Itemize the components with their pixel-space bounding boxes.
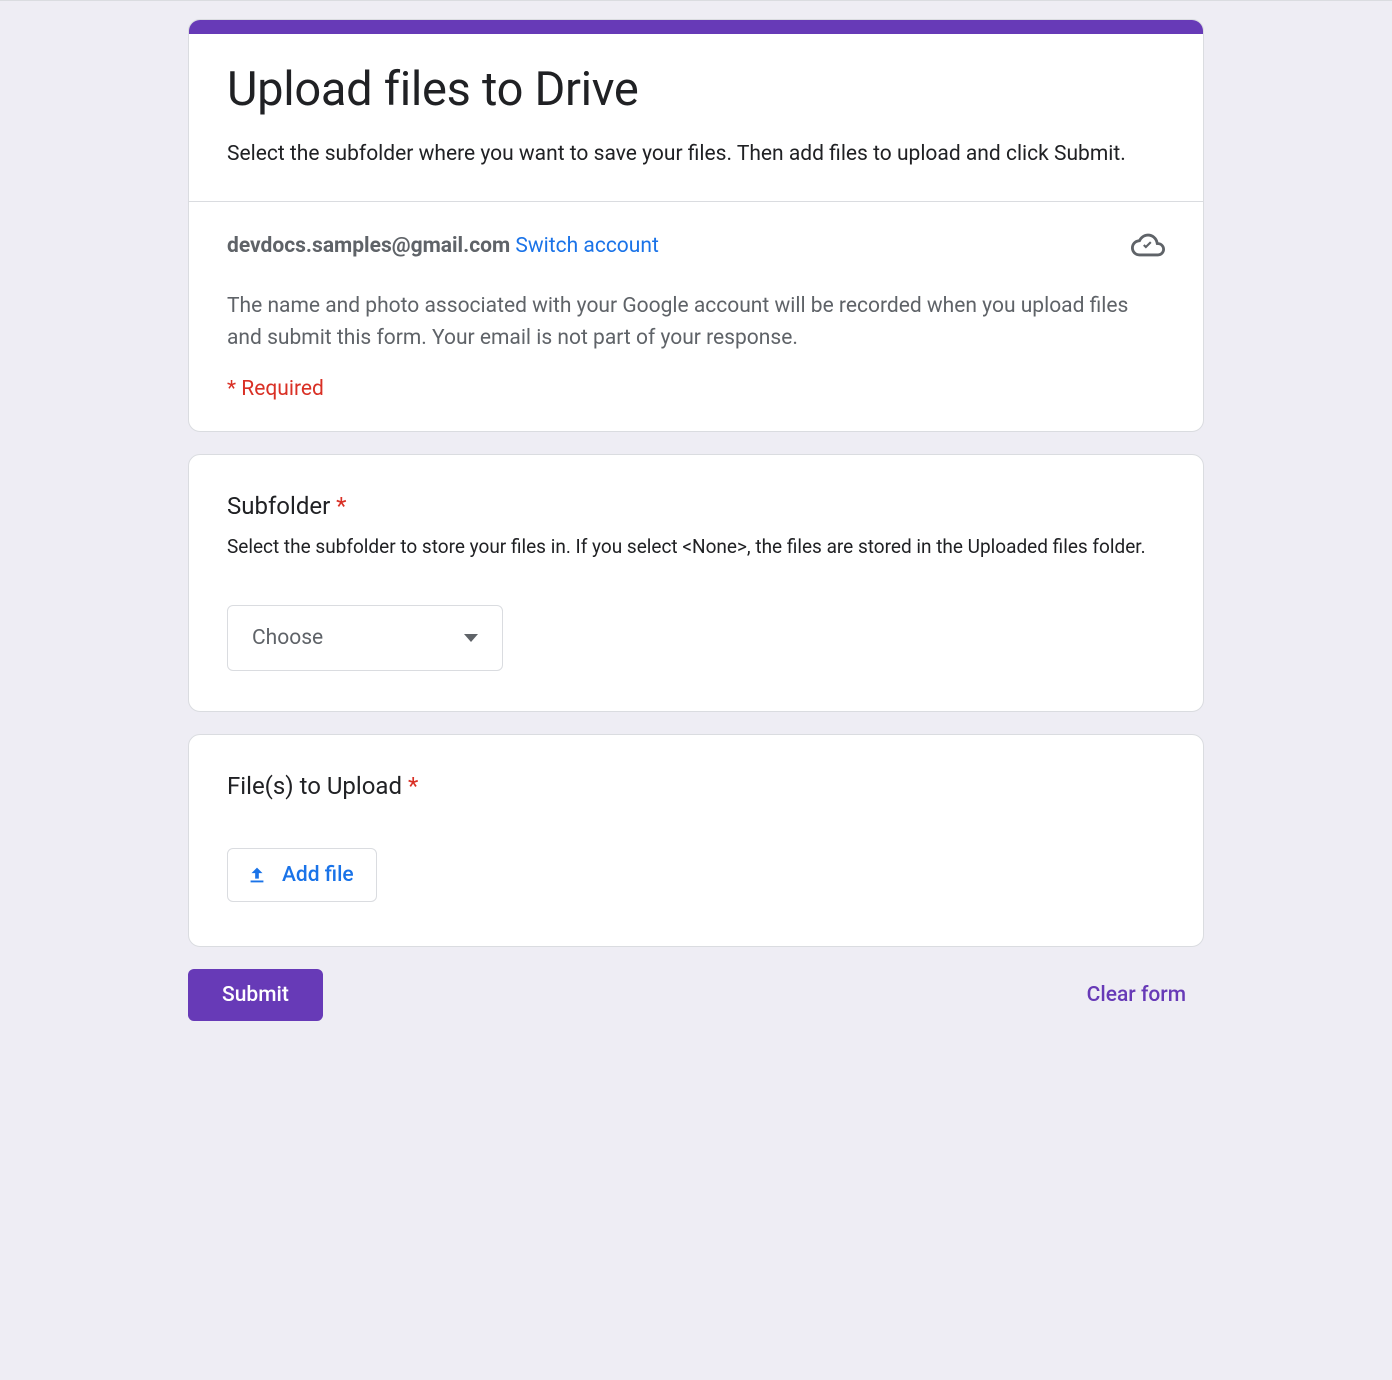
dropdown-placeholder: Choose: [252, 626, 323, 650]
subfolder-question-description: Select the subfolder to store your files…: [227, 532, 1165, 562]
accent-bar: [189, 20, 1203, 34]
account-row: devdocs.samples@gmail.com Switch account: [227, 228, 1165, 266]
upload-title-text: File(s) to Upload: [227, 772, 402, 800]
header-body: Upload files to Drive Select the subfold…: [189, 34, 1203, 201]
add-file-label: Add file: [282, 863, 354, 887]
account-email: devdocs.samples@gmail.com: [227, 234, 510, 258]
subfolder-title-text: Subfolder: [227, 492, 330, 520]
upload-icon: [246, 864, 268, 886]
switch-account-link[interactable]: Switch account: [515, 234, 658, 258]
account-section: devdocs.samples@gmail.com Switch account…: [189, 201, 1203, 431]
required-asterisk: *: [336, 492, 346, 520]
cloud-done-icon: [1131, 228, 1165, 266]
subfolder-dropdown[interactable]: Choose: [227, 605, 503, 671]
subfolder-question-title: Subfolder *: [227, 491, 1165, 522]
required-note: * Required: [227, 377, 1165, 401]
file-upload-question-card: File(s) to Upload * Add file: [188, 734, 1204, 947]
required-asterisk: *: [408, 772, 418, 800]
upload-question-title: File(s) to Upload *: [227, 771, 1165, 802]
subfolder-question-card: Subfolder * Select the subfolder to stor…: [188, 454, 1204, 712]
form-description: Select the subfolder where you want to s…: [227, 138, 1165, 171]
account-info: devdocs.samples@gmail.com Switch account: [227, 232, 659, 261]
form-title: Upload files to Drive: [227, 62, 1165, 118]
form-header-card: Upload files to Drive Select the subfold…: [188, 19, 1204, 432]
clear-form-link[interactable]: Clear form: [1069, 975, 1204, 1015]
submit-button[interactable]: Submit: [188, 969, 323, 1021]
account-disclaimer: The name and photo associated with your …: [227, 290, 1165, 355]
add-file-button[interactable]: Add file: [227, 848, 377, 902]
form-container: Upload files to Drive Select the subfold…: [188, 1, 1204, 1061]
form-footer: Submit Clear form: [188, 969, 1204, 1021]
caret-down-icon: [464, 634, 478, 642]
